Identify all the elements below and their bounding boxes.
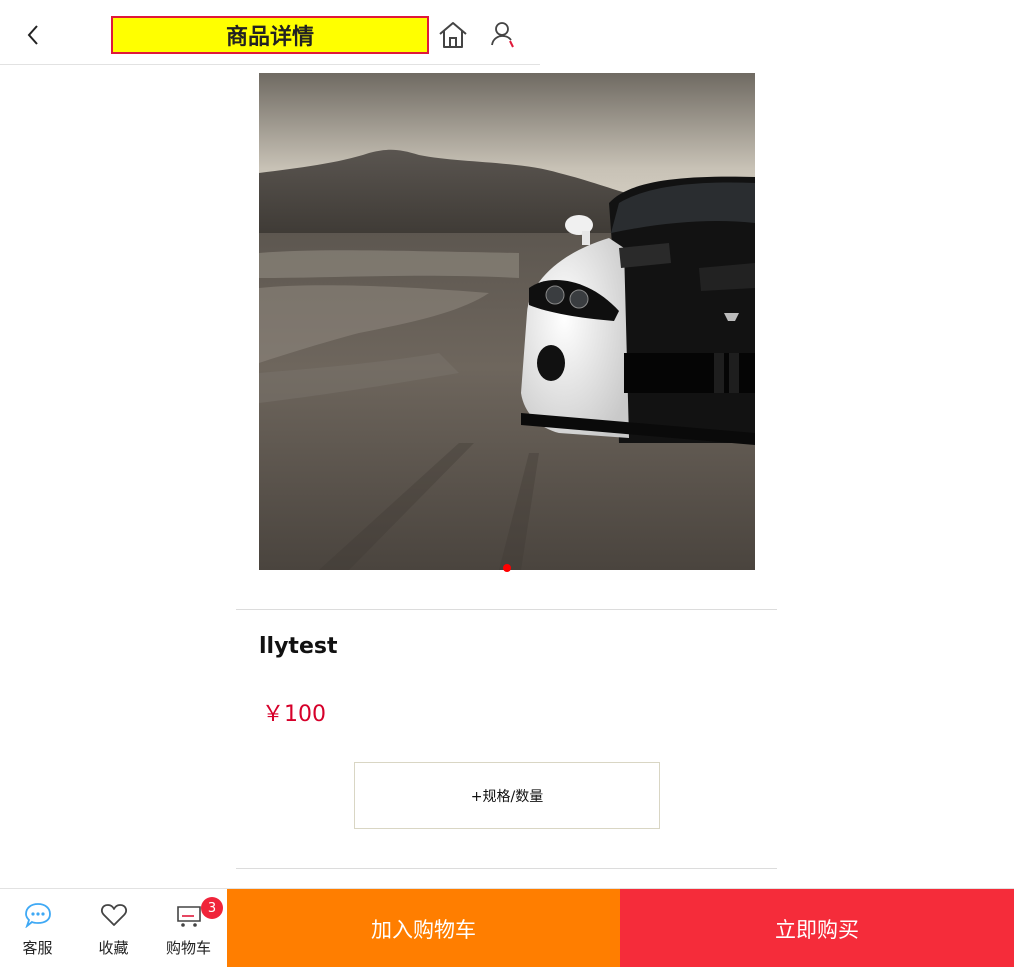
user-button[interactable]: [488, 19, 520, 51]
page-title: 商品详情: [111, 16, 429, 54]
bottom-action-bar: 客服 收藏 购物车 3 加入购物车 立即购买: [0, 888, 1014, 967]
product-image[interactable]: [259, 73, 755, 570]
product-detail-page: 商品详情 llytest ￥100 +规格/数量 客服 收藏 购物车 3 加入购…: [0, 0, 1014, 967]
cart-label: 购物车: [165, 939, 211, 957]
cart-icon: [174, 901, 204, 929]
header-bar: 商品详情: [0, 0, 540, 65]
divider-top: [236, 609, 777, 610]
back-button[interactable]: [18, 20, 48, 50]
customer-service-label: 客服: [22, 939, 53, 957]
home-icon: [439, 22, 467, 48]
chevron-left-icon: [27, 25, 38, 45]
home-button[interactable]: [436, 20, 470, 50]
product-price: ￥100: [262, 702, 326, 727]
favorite-button[interactable]: 收藏: [76, 889, 151, 967]
buy-now-button[interactable]: 立即购买: [620, 889, 1014, 967]
product-name: llytest: [259, 634, 338, 659]
customer-service-button[interactable]: 客服: [0, 889, 75, 967]
add-to-cart-button[interactable]: 加入购物车: [227, 889, 620, 967]
favorite-label: 收藏: [98, 939, 129, 957]
spec-quantity-button[interactable]: +规格/数量: [354, 762, 660, 829]
divider-bottom: [236, 868, 777, 869]
chat-bubble-icon: [23, 901, 53, 929]
user-icon: [491, 22, 514, 48]
carousel-indicator-dot[interactable]: [503, 564, 511, 572]
heart-icon: [99, 901, 129, 929]
cart-count-badge: 3: [201, 897, 223, 919]
